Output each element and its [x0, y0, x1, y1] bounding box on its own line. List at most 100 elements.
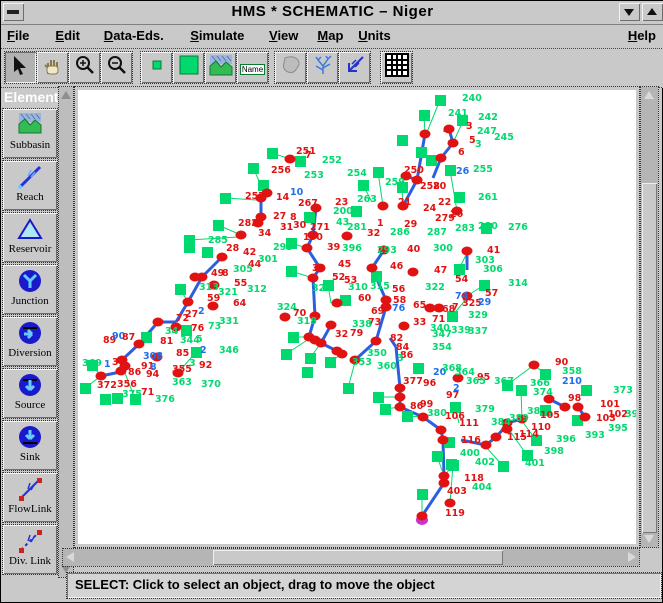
subbasin-node[interactable] [435, 95, 446, 106]
subbasin-node[interactable] [305, 353, 316, 364]
palette-flowlink-button[interactable]: FlowLink [3, 473, 57, 522]
horizontal-scroll-thumb[interactable] [213, 550, 503, 565]
subbasin-node[interactable] [325, 357, 336, 368]
subbasin-node[interactable] [202, 247, 213, 258]
subbasin-node[interactable] [454, 192, 465, 203]
schematic-canvas[interactable]: 2572823428524024124243247245536255262502… [78, 90, 636, 544]
junction-node[interactable] [236, 231, 247, 240]
subbasin-node[interactable] [516, 385, 527, 396]
junction-node[interactable] [436, 154, 447, 163]
horizontal-scrollbar[interactable] [63, 549, 639, 566]
subbasin-node[interactable] [220, 193, 231, 204]
subbasin-node[interactable] [358, 180, 369, 191]
select-arrow-button[interactable] [5, 52, 36, 83]
menu-units[interactable]: Units [358, 28, 391, 43]
scroll-left-icon[interactable] [66, 552, 74, 562]
junction-node[interactable] [438, 436, 449, 445]
junction-node[interactable] [316, 339, 327, 348]
junction-node[interactable] [183, 298, 194, 307]
subbasin-node[interactable] [343, 383, 354, 394]
scroll-down-icon[interactable] [644, 535, 654, 543]
subbasin-node[interactable] [417, 489, 428, 500]
lower-window-button[interactable] [619, 3, 640, 21]
subbasin-node[interactable] [248, 163, 259, 174]
zoom-in-button[interactable] [69, 52, 100, 83]
map-image-button[interactable] [205, 52, 236, 83]
junction-node[interactable] [481, 441, 492, 450]
junction-node[interactable] [529, 361, 540, 370]
subbasin-node[interactable] [581, 385, 592, 396]
vertical-scrollbar[interactable] [641, 87, 658, 547]
palette-divlink-button[interactable]: Div. Link [3, 525, 57, 574]
subbasin-node[interactable] [175, 284, 186, 295]
palette-subbasin-button[interactable]: Subbasin [3, 109, 57, 158]
palette-sink-button[interactable]: Sink [3, 421, 57, 470]
grid-button[interactable] [381, 52, 412, 83]
junction-node[interactable] [491, 433, 502, 442]
palette-junction-button[interactable]: Junction [3, 265, 57, 314]
menu-edit[interactable]: Edit [55, 28, 80, 43]
subbasin-node[interactable] [397, 135, 408, 146]
subbasin-node[interactable] [373, 392, 384, 403]
subbasin-node[interactable] [267, 148, 278, 159]
name-toggle-button[interactable]: Name [237, 52, 268, 83]
junction-node[interactable] [436, 426, 447, 435]
junction-node[interactable] [332, 299, 343, 308]
subbasin-node[interactable] [419, 110, 430, 121]
subbasin-node[interactable] [432, 451, 443, 462]
junction-node[interactable] [448, 139, 459, 148]
flow-arrow-button[interactable] [339, 52, 370, 83]
junction-node[interactable] [337, 350, 348, 359]
palette-reach-button[interactable]: Reach [3, 161, 57, 210]
junction-node[interactable] [308, 274, 319, 283]
subbasin-node[interactable] [498, 461, 509, 472]
menu-file[interactable]: File [7, 28, 29, 43]
title-bar[interactable]: HMS * SCHEMATIC – Niger [1, 1, 663, 25]
subbasin-node[interactable] [184, 242, 195, 253]
subbasin-node[interactable] [302, 367, 313, 378]
subbasin-node[interactable] [80, 383, 91, 394]
junction-node[interactable] [408, 268, 419, 277]
junction-node[interactable] [462, 247, 473, 256]
subbasin-node[interactable] [380, 404, 391, 415]
pan-hand-button[interactable] [37, 52, 68, 83]
menu-dataeds[interactable]: Data-Eds. [104, 28, 164, 43]
junction-node[interactable] [395, 393, 406, 402]
subbasin-node[interactable] [100, 394, 111, 405]
palette-scrollbar[interactable] [59, 87, 73, 577]
junction-node[interactable] [197, 273, 208, 282]
junction-node[interactable] [280, 313, 291, 322]
menu-view[interactable]: View [269, 28, 298, 43]
junction-node[interactable] [417, 512, 428, 521]
junction-node[interactable] [302, 244, 313, 253]
junction-node[interactable] [371, 337, 382, 346]
subbasin-node[interactable] [445, 165, 456, 176]
palette-scroll-down-icon[interactable] [61, 565, 71, 573]
subbasin-node[interactable] [286, 266, 297, 277]
subbasin-node[interactable] [416, 147, 427, 158]
subbasin-node[interactable] [448, 460, 459, 471]
river-network-button[interactable] [307, 52, 338, 83]
raise-window-button[interactable] [642, 3, 663, 21]
subbasin-node[interactable] [213, 220, 224, 231]
reach-line[interactable] [443, 440, 444, 476]
junction-node[interactable] [399, 322, 410, 331]
basin-boundary-button[interactable] [275, 52, 306, 83]
subbasin-node[interactable] [413, 363, 424, 374]
subbasin-node[interactable] [288, 332, 299, 343]
junction-node[interactable] [445, 499, 456, 508]
palette-diversion-button[interactable]: Diversion [3, 317, 57, 366]
palette-reservoir-button[interactable]: Reservoir [3, 213, 57, 262]
subbasin-node[interactable] [281, 349, 292, 360]
subbasin-node[interactable] [373, 167, 384, 178]
junction-node[interactable] [153, 318, 164, 327]
subbasin-node[interactable] [402, 411, 413, 422]
menu-simulate[interactable]: Simulate [190, 28, 244, 43]
palette-source-button[interactable]: Source [3, 369, 57, 418]
vertical-scroll-thumb[interactable] [642, 183, 657, 533]
subbasin-node[interactable] [426, 155, 437, 166]
palette-scroll-up-icon[interactable] [61, 91, 71, 99]
junction-node[interactable] [285, 155, 296, 164]
junction-node[interactable] [580, 413, 591, 422]
element-large-button[interactable] [173, 52, 204, 83]
